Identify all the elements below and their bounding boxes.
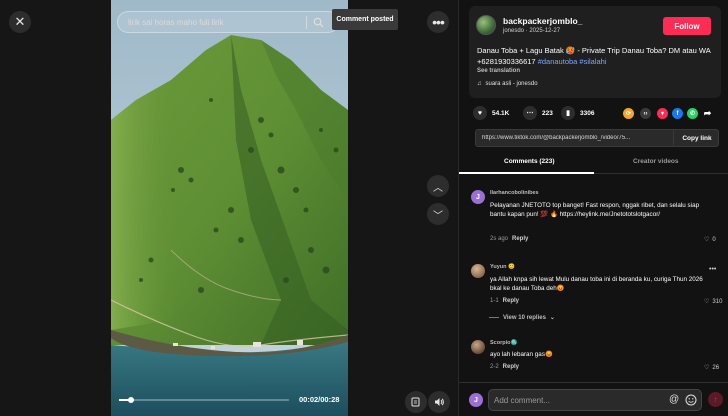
save-count: 3306	[580, 109, 595, 117]
send-to-friends-icon[interactable]: ▾	[657, 108, 668, 119]
comment-avatar[interactable]	[471, 340, 485, 354]
more-icon: •••	[432, 14, 445, 30]
next-video-button[interactable]: ﹀	[427, 203, 449, 225]
comment-like-count: 0	[712, 236, 716, 243]
view-replies-label: View 10 replies	[503, 314, 546, 321]
captions-icon	[411, 397, 420, 407]
view-replies-button[interactable]: View 10 replies ⌄	[489, 314, 555, 321]
comment-like[interactable]: ♡ 26	[704, 364, 720, 372]
more-button[interactable]: •••	[427, 11, 449, 33]
hashtags[interactable]: #danautoba #silalahi	[538, 57, 607, 66]
comment-username[interactable]: llarhancobolinibes	[490, 190, 539, 196]
repost-icon[interactable]: ⟳	[623, 108, 634, 119]
comment-meta: 2s ago Reply	[490, 236, 528, 242]
comment-like-count: 310	[712, 298, 723, 305]
share-link-url[interactable]: https://www.tiktok.com/@backpackerjomblo…	[482, 135, 662, 141]
comment-icon: ⋯	[523, 106, 537, 120]
music-info[interactable]: ♫ suara asli - jonesdo	[477, 81, 538, 87]
author-subline: jonesdo · 2025-12-27	[503, 28, 561, 34]
close-icon: ✕	[14, 14, 26, 29]
comment-like-count: 26	[712, 364, 720, 371]
post-info-card: backpackerjomblo_ jonesdo · 2025-12-27 F…	[469, 6, 721, 98]
comment-like[interactable]: ♡ 0	[704, 236, 716, 244]
comment-avatar[interactable]	[471, 264, 485, 278]
heart-outline-icon: ♡	[704, 237, 710, 243]
comment-time: 2s ago	[490, 236, 509, 242]
comment-time: 1-1	[490, 298, 499, 304]
tab-comments[interactable]: Comments (223)	[504, 158, 555, 165]
comment-meta: 2-2 Reply	[490, 364, 519, 370]
comment-meta: 1-1 Reply	[490, 298, 519, 304]
heart-outline-icon: ♡	[704, 299, 710, 305]
video-frame	[111, 0, 348, 416]
copy-link-button[interactable]: Copy link	[673, 130, 720, 146]
comment-text: ayo lah lebaran gas😡	[490, 351, 553, 358]
follow-button[interactable]: Follow	[663, 17, 711, 35]
see-translation-link[interactable]: See translation	[477, 68, 520, 74]
embed-icon[interactable]: ‹›	[640, 108, 651, 119]
author-username[interactable]: backpackerjomblo_	[503, 16, 582, 26]
chevron-down-icon: ﹀	[433, 210, 443, 222]
active-tab-indicator	[459, 172, 594, 174]
replies-divider	[489, 317, 499, 318]
captions-button[interactable]	[405, 391, 427, 413]
mention-icon[interactable]: @	[669, 394, 679, 405]
tab-creator-videos[interactable]: Creator videos	[633, 158, 679, 165]
search-icon[interactable]	[313, 17, 324, 28]
comment-input-box[interactable]: @	[488, 389, 702, 411]
like-count: 54.1K	[492, 109, 510, 117]
comment-text: ya Allah knpa sih lewat Mulu danau toba …	[490, 276, 703, 292]
comment-avatar[interactable]: J	[471, 190, 485, 204]
heart-outline-icon: ♡	[704, 365, 710, 371]
video-area: ✕ lirik sai horas maho fuli lirik Commen…	[0, 0, 458, 416]
search-bar[interactable]	[117, 11, 339, 33]
heart-icon: ♥	[473, 106, 487, 120]
volume-icon	[434, 398, 444, 406]
video-player[interactable]	[111, 0, 348, 416]
reply-button[interactable]: Reply	[503, 298, 519, 304]
comment-count: 223	[542, 109, 553, 117]
reply-button[interactable]: Reply	[503, 364, 519, 370]
comment-input[interactable]	[494, 394, 664, 407]
chevron-up-icon: ︿	[433, 182, 443, 194]
whatsapp-icon[interactable]: ✆	[687, 108, 698, 119]
like-action[interactable]: ♥ 54.1K	[473, 106, 509, 120]
share-link-box: https://www.tiktok.com/@backpackerjomblo…	[475, 129, 719, 147]
comment-like[interactable]: ♡ 310	[704, 298, 723, 306]
details-panel: backpackerjomblo_ jonesdo · 2025-12-27 F…	[458, 0, 728, 416]
comment-time: 2-2	[490, 364, 499, 370]
comment-username[interactable]: Yuyun 😊	[490, 264, 515, 270]
send-button[interactable]: ↑	[708, 392, 723, 407]
share-icon[interactable]: ➦	[702, 108, 713, 119]
bookmark-icon: ▮	[561, 106, 575, 120]
comment-action[interactable]: ⋯ 223	[523, 106, 553, 120]
facebook-icon[interactable]: f	[672, 108, 683, 119]
my-avatar: J	[469, 393, 483, 407]
search-divider	[306, 15, 307, 29]
close-button[interactable]: ✕	[9, 11, 31, 33]
chevron-down-icon: ⌄	[549, 315, 555, 321]
comment-composer: J @ ↑	[459, 382, 728, 416]
volume-button[interactable]	[428, 391, 450, 413]
progress-thumb[interactable]	[127, 397, 134, 403]
previous-video-button[interactable]: ︿	[427, 175, 449, 197]
music-note-icon: ♫	[477, 81, 482, 87]
arrow-up-icon: ↑	[713, 395, 718, 404]
comment-username[interactable]: Scorpio♏	[490, 340, 517, 346]
music-title: suara asli - jonesdo	[485, 81, 538, 87]
progress-bar[interactable]	[119, 397, 289, 403]
post-description: Danau Toba + Lagu Batak 🥵 - Private Trip…	[477, 45, 713, 67]
comment-posted-toast: Comment posted	[332, 9, 398, 30]
save-action[interactable]: ▮ 3306	[561, 106, 594, 120]
video-time: 00:02/00:28	[299, 395, 340, 404]
emoji-icon[interactable]	[685, 394, 697, 406]
reply-button[interactable]: Reply	[512, 236, 528, 242]
search-input[interactable]	[128, 17, 306, 27]
panel-tabs: Comments (223) Creator videos	[459, 152, 728, 174]
action-bar: ♥ 54.1K ⋯ 223 ▮ 3306 ⟳ ‹› ▾ f ✆ ➦	[473, 106, 723, 122]
comment-more-icon[interactable]: •••	[709, 266, 716, 273]
author-avatar[interactable]	[476, 15, 496, 35]
comment-text: Pelayanan JNETOTO top banget! Fast respo…	[490, 202, 700, 218]
